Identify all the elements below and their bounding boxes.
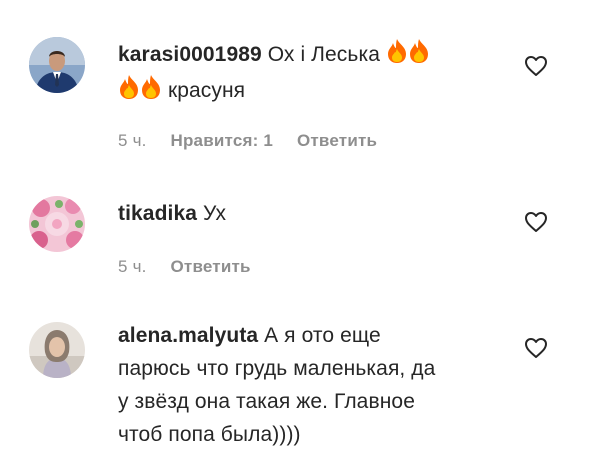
comment-meta: 5 ч. Нравится: 1 Ответить (118, 131, 396, 151)
comment-body: karasi0001989 Ох і Леська красуня (118, 38, 508, 110)
comment-username[interactable]: tikadika (118, 202, 197, 225)
woman-photo-avatar-icon (29, 322, 85, 378)
likes-count[interactable]: Нравится: 1 (171, 131, 274, 150)
comment-text: А я ото еще (264, 324, 381, 347)
like-heart-icon[interactable] (524, 211, 548, 233)
fire-emoji-icon (386, 38, 408, 74)
person-in-suit-avatar-icon (29, 37, 85, 93)
comment-body: alena.malyuta А я ото еще парюсь что гру… (118, 319, 508, 451)
reply-button[interactable]: Ответить (171, 257, 251, 276)
avatar[interactable] (29, 196, 85, 252)
fire-emoji-icon (118, 74, 140, 110)
avatar[interactable] (29, 37, 85, 93)
comment-text: Ух (202, 202, 227, 225)
comment-text: красуня (167, 79, 246, 102)
comment-username[interactable]: alena.malyuta (118, 324, 258, 347)
comment-meta: 5 ч. Ответить (118, 257, 270, 277)
comment-text: у звёзд она такая же. Главное (118, 390, 415, 413)
fire-emoji-icon (408, 38, 430, 74)
comment-text: Ох і Леська (267, 43, 380, 66)
comment-body: tikadika Ух (118, 197, 508, 230)
comment-username[interactable]: karasi0001989 (118, 43, 262, 66)
comment-timestamp[interactable]: 5 ч. (118, 131, 147, 150)
like-heart-icon[interactable] (524, 337, 548, 359)
comment-text: парюсь что грудь маленькая, да (118, 357, 436, 380)
reply-button[interactable]: Ответить (297, 131, 377, 150)
fire-emoji-icon (140, 74, 162, 110)
like-heart-icon[interactable] (524, 55, 548, 77)
comment-text: чтоб попа была)))) (118, 423, 301, 446)
pink-flowers-avatar-icon (29, 196, 85, 252)
comment-timestamp[interactable]: 5 ч. (118, 257, 147, 276)
avatar[interactable] (29, 322, 85, 378)
